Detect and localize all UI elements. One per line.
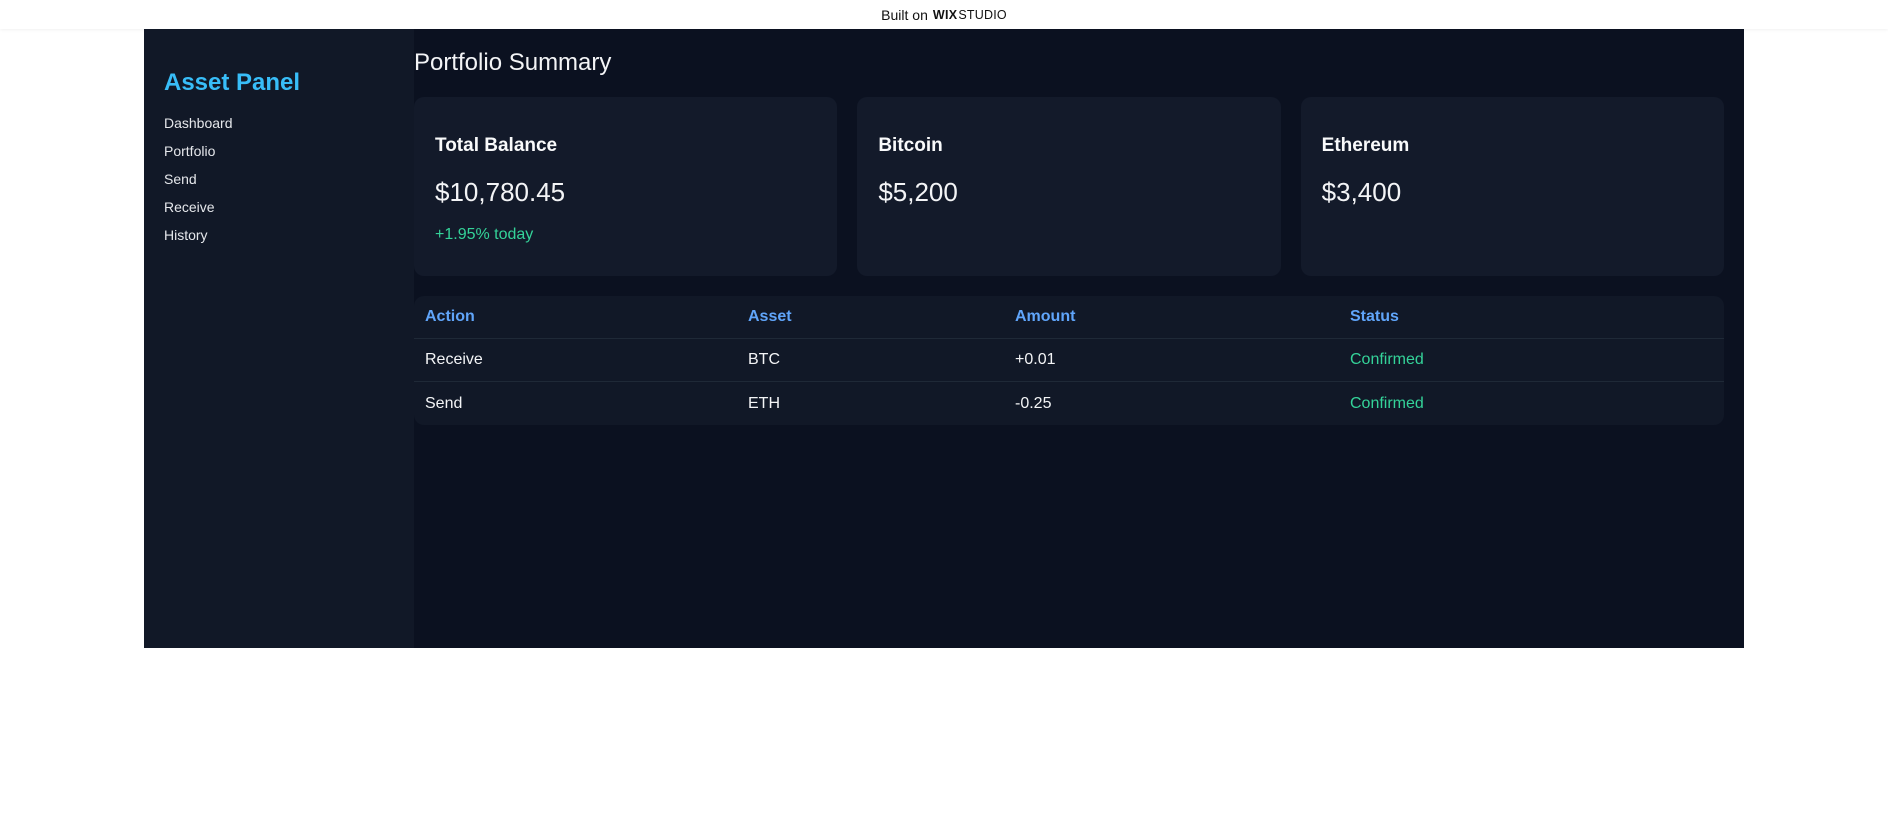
wix-banner[interactable]: Built on WIX STUDIO: [0, 0, 1888, 29]
column-header-asset: Asset: [748, 308, 792, 325]
transactions-table: Action Asset Amount Status Receive BTC +…: [414, 296, 1724, 425]
cell-amount: -0.25: [1015, 394, 1052, 412]
page-title: Portfolio Summary: [414, 49, 612, 76]
card-bitcoin: Bitcoin $5,200: [857, 97, 1281, 276]
cell-action: Send: [425, 394, 463, 412]
logo-studio: STUDIO: [958, 7, 1007, 22]
card-title: Ethereum: [1321, 135, 1410, 156]
main-content: Portfolio Summary Total Balance $10,780.…: [414, 29, 1744, 648]
card-total-balance: Total Balance $10,780.45 +1.95% today: [414, 97, 838, 276]
sidebar-item-dashboard[interactable]: Dashboard: [164, 115, 394, 131]
asset-panel-app: Asset Panel Dashboard Portfolio Send Rec…: [144, 29, 1744, 648]
column-header-amount: Amount: [1015, 308, 1076, 325]
banner-prefix: Built on: [881, 6, 928, 23]
card-value: $3,400: [1321, 177, 1402, 207]
cell-action: Receive: [425, 351, 483, 368]
sidebar-item-portfolio[interactable]: Portfolio: [164, 143, 394, 159]
card-value: $10,780.45: [435, 177, 566, 207]
logo-wix: WIX: [932, 7, 958, 22]
cell-amount: +0.01: [1015, 351, 1056, 368]
card-title: Bitcoin: [878, 135, 943, 156]
table-header-row: Action Asset Amount Status: [414, 296, 1724, 339]
cell-status: Confirmed: [1350, 394, 1424, 412]
cell-asset: BTC: [748, 351, 780, 368]
card-change: +1.95% today: [435, 226, 534, 243]
sidebar-title: Asset Panel: [164, 69, 301, 96]
column-header-action: Action: [425, 308, 475, 325]
card-value: $5,200: [878, 177, 958, 207]
sidebar-item-history[interactable]: History: [164, 227, 394, 243]
table-row: Send ETH -0.25 Confirmed: [414, 382, 1724, 425]
column-header-status: Status: [1350, 308, 1399, 325]
sidebar: Asset Panel Dashboard Portfolio Send Rec…: [144, 29, 414, 648]
table-row: Receive BTC +0.01 Confirmed: [414, 339, 1724, 382]
cell-asset: ETH: [748, 394, 780, 412]
summary-cards: Total Balance $10,780.45 +1.95% today Bi…: [414, 97, 1724, 276]
wix-studio-logo: WIX STUDIO: [933, 8, 1007, 22]
card-ethereum: Ethereum $3,400: [1300, 97, 1724, 276]
cell-status: Confirmed: [1350, 351, 1424, 368]
sidebar-item-send[interactable]: Send: [164, 171, 394, 187]
sidebar-item-receive[interactable]: Receive: [164, 199, 394, 215]
card-title: Total Balance: [435, 135, 558, 156]
